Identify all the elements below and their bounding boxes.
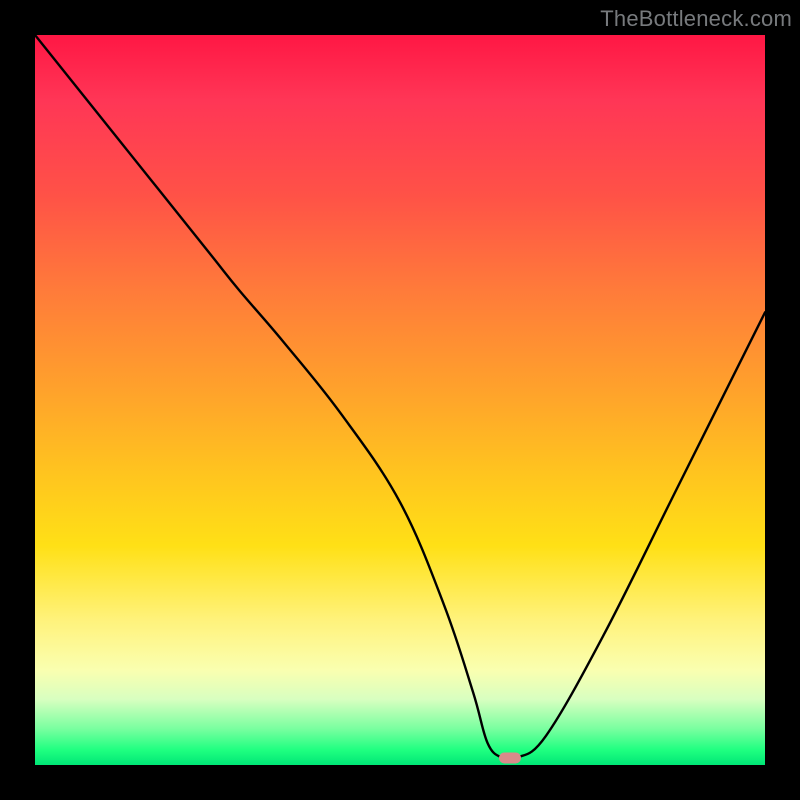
chart-frame: TheBottleneck.com (0, 0, 800, 800)
optimal-point-marker (499, 752, 521, 763)
plot-area (35, 35, 765, 765)
watermark-text: TheBottleneck.com (600, 6, 792, 32)
